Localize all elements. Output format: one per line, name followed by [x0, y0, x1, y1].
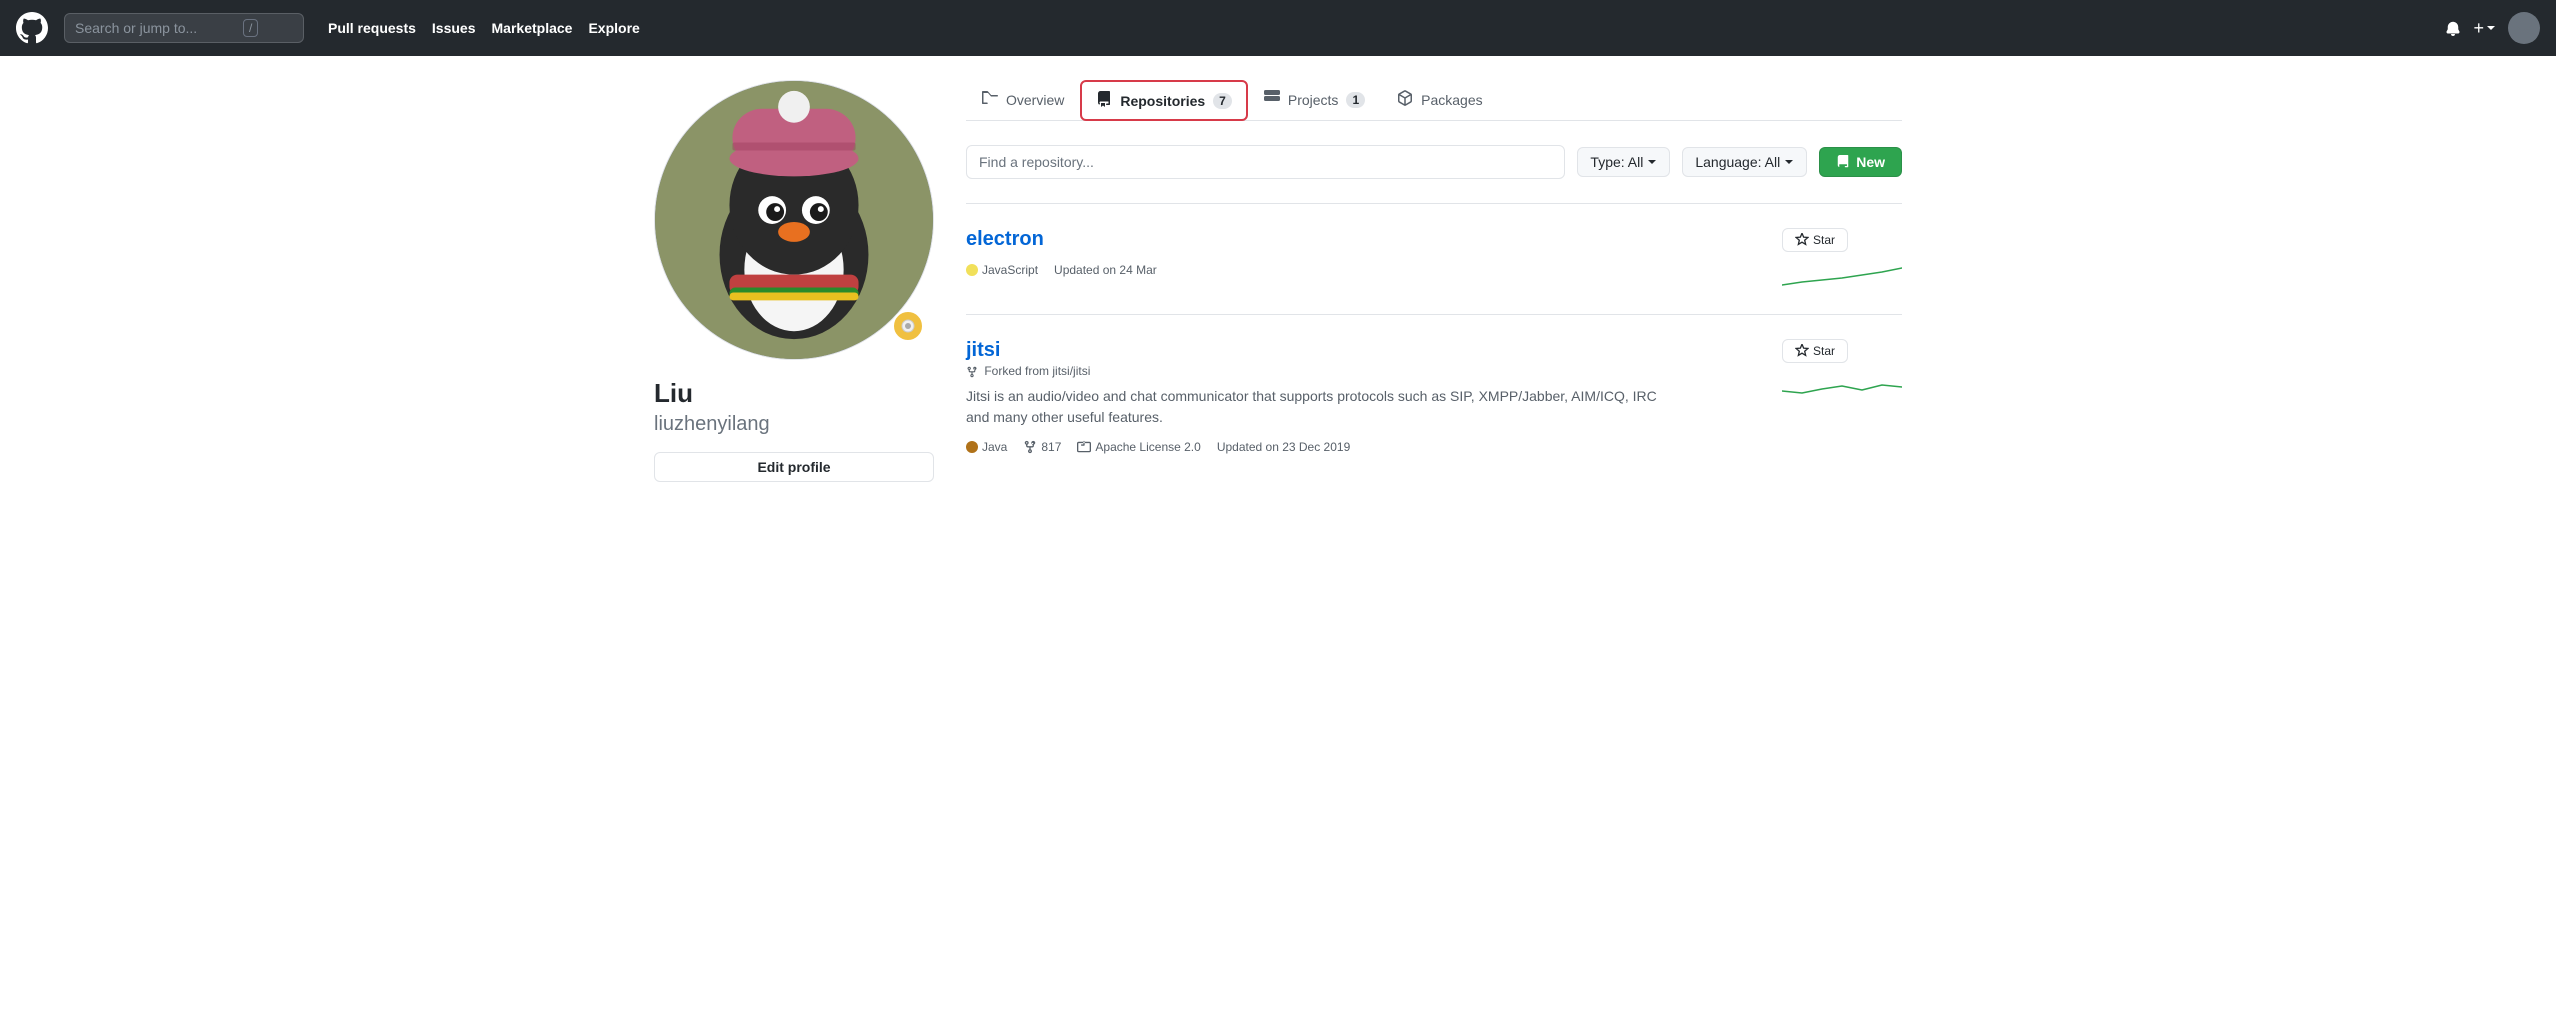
repo-name-jitsi[interactable]: jitsi — [966, 339, 1000, 361]
nav-actions: + — [2445, 12, 2540, 44]
repo-desc-jitsi: Jitsi is an audio/video and chat communi… — [966, 386, 1666, 428]
repo-list: electron JavaScript Updated on 24 Mar St… — [966, 203, 1902, 478]
fork-label-text: Forked from jitsi/jitsi — [984, 364, 1090, 378]
fork-count-jitsi: 817 — [1041, 440, 1061, 454]
lang-dot-jitsi — [966, 441, 978, 453]
packages-icon — [1397, 90, 1413, 109]
avatar-icon — [2508, 12, 2540, 44]
repo-updated-electron: Updated on 24 Mar — [1054, 263, 1157, 277]
avatar[interactable] — [2508, 12, 2540, 44]
status-icon — [900, 318, 916, 334]
new-repo-label: New — [1856, 154, 1885, 170]
repo-meta-jitsi: Java 817 Apache License 2.0 Updated on 2… — [966, 440, 1766, 454]
edit-profile-button[interactable]: Edit profile — [654, 452, 934, 482]
repo-meta-electron: JavaScript Updated on 24 Mar — [966, 263, 1766, 277]
create-new-button[interactable]: + — [2473, 18, 2496, 39]
avatar-image — [655, 81, 933, 359]
lang-label-electron: JavaScript — [982, 263, 1038, 277]
language-filter-label: Language: All — [1695, 154, 1780, 170]
repo-filters: Type: All Language: All New — [966, 145, 1902, 179]
repo-search-input[interactable] — [966, 145, 1565, 179]
bell-icon — [2445, 20, 2461, 36]
star-button-jitsi[interactable]: Star — [1782, 339, 1848, 363]
nav-marketplace[interactable]: Marketplace — [492, 20, 573, 36]
nav-explore[interactable]: Explore — [588, 20, 639, 36]
nav-pull-requests[interactable]: Pull requests — [328, 20, 416, 36]
search-input[interactable] — [75, 20, 235, 36]
search-shortcut: / — [243, 19, 258, 37]
repo-search-wrap — [966, 145, 1565, 179]
tab-projects[interactable]: Projects 1 — [1248, 80, 1381, 121]
repo-item-electron: electron JavaScript Updated on 24 Mar St… — [966, 203, 1902, 314]
license-label-jitsi: Apache License 2.0 — [1095, 440, 1200, 454]
github-logo-icon — [16, 12, 48, 44]
sparkline-electron — [1782, 260, 1902, 290]
main-layout: Liu liuzhenyilang Edit profile Overview … — [638, 56, 1918, 506]
tab-repositories[interactable]: Repositories 7 — [1080, 80, 1248, 121]
repo-forks-jitsi: 817 — [1023, 440, 1061, 454]
repo-license-jitsi: Apache License 2.0 — [1077, 440, 1200, 454]
lang-dot-electron — [966, 264, 978, 276]
notifications-button[interactable] — [2445, 20, 2461, 36]
tab-projects-count: 1 — [1346, 92, 1365, 108]
lang-label-jitsi: Java — [982, 440, 1007, 454]
sparkline-jitsi — [1782, 371, 1902, 401]
tab-overview[interactable]: Overview — [966, 80, 1080, 121]
repo-info-jitsi: jitsi Forked from jitsi/jitsi Jitsi is a… — [966, 339, 1766, 454]
nav-links: Pull requests Issues Marketplace Explore — [328, 20, 640, 36]
search-box[interactable]: / — [64, 13, 304, 43]
repo-info-electron: electron JavaScript Updated on 24 Mar — [966, 228, 1766, 277]
tab-packages-label: Packages — [1421, 92, 1482, 108]
fork-icon — [966, 366, 978, 378]
repo-language-electron: JavaScript — [966, 263, 1038, 277]
repo-updated-jitsi: Updated on 23 Dec 2019 — [1217, 440, 1350, 454]
github-logo-link[interactable] — [16, 12, 48, 44]
repo-actions-electron: Star — [1782, 228, 1902, 290]
chevron-down-icon-2 — [1784, 157, 1794, 167]
tab-packages[interactable]: Packages — [1381, 80, 1498, 121]
projects-icon — [1264, 90, 1280, 109]
new-repo-icon — [1836, 155, 1850, 169]
content-area: Overview Repositories 7 Projects 1 — [966, 80, 1902, 482]
plus-icon: + — [2473, 18, 2484, 39]
navbar: / Pull requests Issues Marketplace Explo… — [0, 0, 2556, 56]
avatar-wrap — [654, 80, 934, 360]
status-badge — [892, 310, 924, 342]
profile-display-name: Liu — [654, 378, 934, 409]
tab-repositories-label: Repositories — [1120, 93, 1205, 109]
tab-repositories-count: 7 — [1213, 93, 1232, 109]
repo-fork-label-jitsi: Forked from jitsi/jitsi — [966, 364, 1766, 378]
license-icon — [1077, 440, 1091, 454]
star-icon — [1795, 233, 1809, 247]
repo-tab-icon — [1096, 91, 1112, 110]
new-repo-button[interactable]: New — [1819, 147, 1902, 177]
sidebar: Liu liuzhenyilang Edit profile — [654, 80, 934, 482]
chevron-down-icon — [2486, 23, 2496, 33]
repo-item-jitsi: jitsi Forked from jitsi/jitsi Jitsi is a… — [966, 314, 1902, 478]
type-filter-button[interactable]: Type: All — [1577, 147, 1670, 177]
repo-name-electron[interactable]: electron — [966, 228, 1044, 250]
profile-avatar — [654, 80, 934, 360]
repo-actions-jitsi: Star — [1782, 339, 1902, 401]
language-filter-button[interactable]: Language: All — [1682, 147, 1807, 177]
profile-tabs: Overview Repositories 7 Projects 1 — [966, 80, 1902, 121]
star-icon-2 — [1795, 344, 1809, 358]
nav-issues[interactable]: Issues — [432, 20, 476, 36]
fork-count-icon — [1023, 440, 1037, 454]
repo-language-jitsi: Java — [966, 440, 1007, 454]
star-button-electron[interactable]: Star — [1782, 228, 1848, 252]
tab-overview-label: Overview — [1006, 92, 1064, 108]
tab-projects-label: Projects — [1288, 92, 1339, 108]
overview-icon — [982, 90, 998, 109]
type-filter-label: Type: All — [1590, 154, 1643, 170]
chevron-down-icon — [1647, 157, 1657, 167]
profile-username: liuzhenyilang — [654, 413, 934, 436]
